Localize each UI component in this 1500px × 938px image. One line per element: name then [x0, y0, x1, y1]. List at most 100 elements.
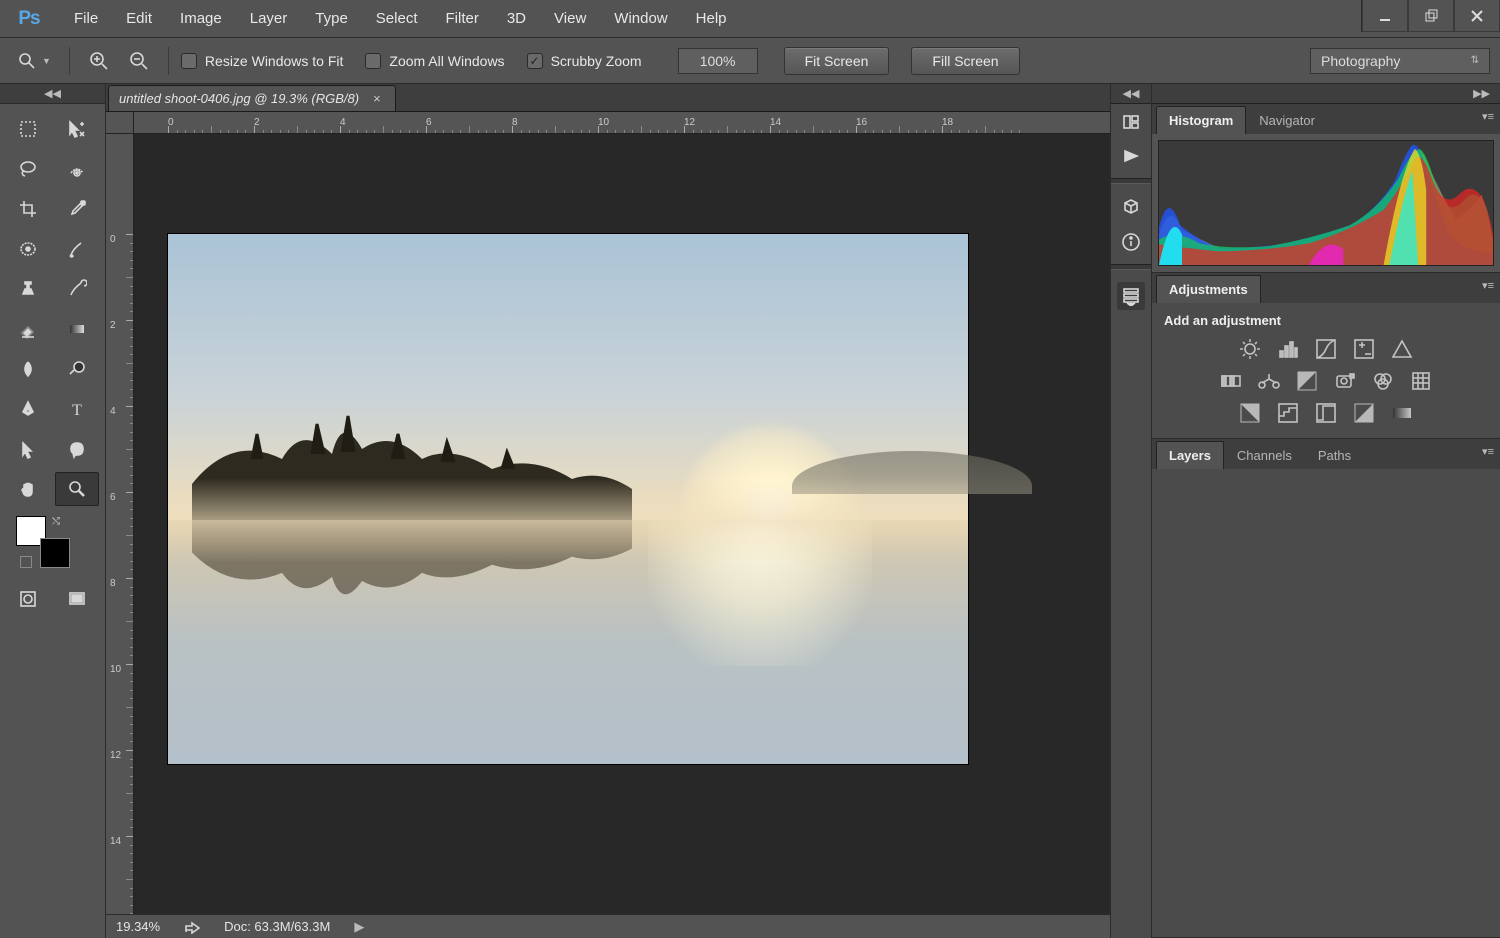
document-tab[interactable]: untitled shoot-0406.jpg @ 19.3% (RGB/8) … [108, 85, 396, 111]
move-tool[interactable] [55, 112, 99, 146]
layers-tab[interactable]: Layers [1156, 441, 1224, 469]
zoom-value-button[interactable]: 100% [678, 48, 758, 74]
toolbox-collapse-button[interactable]: ◀◀ [0, 84, 105, 104]
dodge-tool[interactable] [55, 352, 99, 386]
marquee-tool[interactable] [6, 112, 50, 146]
threshold-icon[interactable] [1315, 402, 1337, 424]
black-white-icon[interactable] [1296, 370, 1318, 392]
document-tab-title: untitled shoot-0406.jpg @ 19.3% (RGB/8) [119, 91, 359, 106]
status-share-button[interactable] [184, 920, 200, 934]
zoom-tool[interactable] [55, 472, 99, 506]
default-colors-icon[interactable] [20, 556, 32, 568]
menu-layer[interactable]: Layer [236, 0, 302, 37]
adjustments-tab[interactable]: Adjustments [1156, 275, 1261, 303]
status-zoom[interactable]: 19.34% [116, 919, 160, 934]
selective-color-icon[interactable] [1391, 402, 1413, 424]
menu-window[interactable]: Window [600, 0, 681, 37]
quick-mask-button[interactable] [9, 582, 47, 616]
menu-image[interactable]: Image [166, 0, 236, 37]
gradient-map-icon[interactable] [1353, 402, 1375, 424]
zoom-all-windows-checkbox[interactable]: Zoom All Windows [365, 53, 504, 69]
navigator-tab[interactable]: Navigator [1246, 106, 1328, 134]
3d-panel-icon[interactable] [1121, 196, 1141, 216]
screen-mode-button[interactable] [58, 582, 96, 616]
path-selection-tool[interactable] [6, 432, 50, 466]
menu-view[interactable]: View [540, 0, 600, 37]
ruler-horizontal[interactable]: 024681012141618 [134, 112, 1110, 134]
gradient-tool[interactable] [55, 312, 99, 346]
color-lookup-icon[interactable] [1410, 370, 1432, 392]
paths-tab[interactable]: Paths [1305, 441, 1364, 469]
invert-icon[interactable] [1239, 402, 1261, 424]
posterize-icon[interactable] [1277, 402, 1299, 424]
menu-type[interactable]: Type [301, 0, 362, 37]
histogram-tab[interactable]: Histogram [1156, 106, 1246, 134]
channels-tab[interactable]: Channels [1224, 441, 1305, 469]
channel-mixer-icon[interactable] [1372, 370, 1394, 392]
menu-edit[interactable]: Edit [112, 0, 166, 37]
menu-file[interactable]: File [60, 0, 112, 37]
swap-colors-icon[interactable]: ⤭ [52, 516, 60, 527]
actions-panel-icon[interactable] [1117, 282, 1145, 310]
ruler-vertical[interactable]: 02468101214 [106, 134, 134, 914]
pen-tool[interactable] [6, 392, 50, 426]
window-restore-button[interactable] [1408, 0, 1454, 32]
type-tool[interactable]: T [55, 392, 99, 426]
crop-tool[interactable] [6, 192, 50, 226]
photo-filter-icon[interactable] [1334, 370, 1356, 392]
hue-saturation-icon[interactable] [1220, 370, 1242, 392]
hand-tool[interactable] [6, 472, 50, 506]
blur-tool[interactable] [6, 352, 50, 386]
canvas-viewport[interactable] [134, 134, 1110, 914]
panel-menu-icon[interactable]: ▾≡ [1482, 110, 1494, 123]
menu-help[interactable]: Help [682, 0, 741, 37]
quick-selection-tool[interactable] [55, 152, 99, 186]
status-info-arrow-icon[interactable]: ▶ [354, 919, 364, 935]
clone-stamp-tool[interactable] [6, 272, 50, 306]
menu-3d[interactable]: 3D [493, 0, 540, 37]
patch-tool[interactable] [6, 232, 50, 266]
color-balance-icon[interactable] [1258, 370, 1280, 392]
mini-bridge-icon[interactable] [1121, 112, 1141, 132]
fill-screen-button[interactable]: Fill Screen [911, 47, 1019, 75]
status-bar: 19.34% Doc: 63.3M/63.3M ▶ [106, 914, 1110, 938]
timeline-icon[interactable] [1121, 146, 1141, 166]
status-doc-info[interactable]: Doc: 63.3M/63.3M [224, 919, 330, 934]
strip-expand-button[interactable]: ◀◀ [1111, 84, 1151, 104]
levels-icon[interactable] [1277, 338, 1299, 360]
window-close-button[interactable] [1454, 0, 1500, 32]
menu-filter[interactable]: Filter [432, 0, 493, 37]
layers-list[interactable] [1152, 469, 1500, 937]
history-brush-tool[interactable] [55, 272, 99, 306]
eyedropper-tool[interactable] [55, 192, 99, 226]
info-panel-icon[interactable] [1121, 232, 1141, 252]
ruler-origin[interactable] [106, 112, 134, 134]
tool-preset-picker[interactable]: ▼ [10, 46, 57, 76]
zoom-out-button[interactable] [122, 46, 156, 76]
eraser-tool[interactable] [6, 312, 50, 346]
histogram-display[interactable] [1158, 140, 1494, 266]
brightness-contrast-icon[interactable] [1239, 338, 1261, 360]
scrubby-zoom-checkbox[interactable]: Scrubby Zoom [527, 53, 642, 69]
scrubby-zoom-label: Scrubby Zoom [551, 53, 642, 69]
zoom-in-button[interactable] [82, 46, 116, 76]
resize-windows-label: Resize Windows to Fit [205, 53, 343, 69]
lasso-tool[interactable] [6, 152, 50, 186]
shape-tool[interactable] [55, 432, 99, 466]
brush-tool[interactable] [55, 232, 99, 266]
panels-collapse-button[interactable]: ▶▶ [1152, 84, 1500, 104]
workspace-switcher[interactable]: Photography ⇅ [1310, 48, 1490, 74]
exposure-icon[interactable] [1353, 338, 1375, 360]
document-tab-close-button[interactable]: × [369, 91, 385, 106]
resize-windows-checkbox[interactable]: Resize Windows to Fit [181, 53, 343, 69]
adjustments-panel: Adjustments ▾≡ Add an adjustment [1152, 273, 1500, 439]
window-minimize-button[interactable] [1362, 0, 1408, 32]
curves-icon[interactable] [1315, 338, 1337, 360]
vibrance-icon[interactable] [1391, 338, 1413, 360]
fit-screen-button[interactable]: Fit Screen [784, 47, 890, 75]
background-color-swatch[interactable] [40, 538, 70, 568]
canvas[interactable] [168, 234, 968, 764]
panel-menu-icon[interactable]: ▾≡ [1482, 445, 1494, 458]
menu-select[interactable]: Select [362, 0, 432, 37]
panel-menu-icon[interactable]: ▾≡ [1482, 279, 1494, 292]
